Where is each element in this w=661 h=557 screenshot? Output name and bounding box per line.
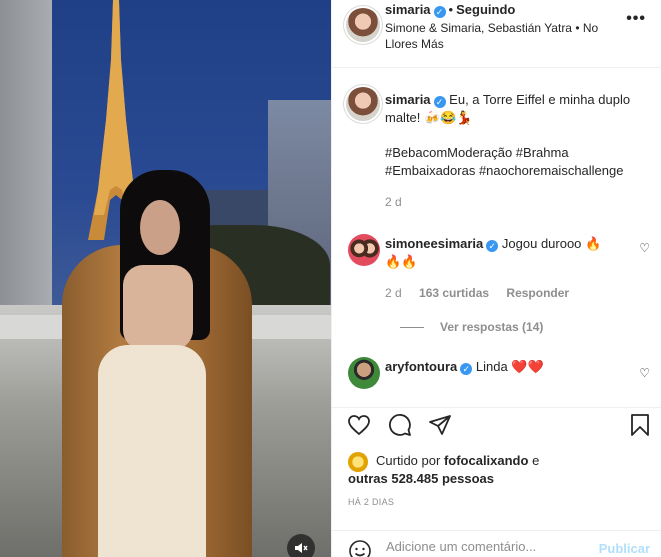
author-username[interactable]: simaria [385,2,431,17]
post-actions [332,407,661,443]
like-comment-heart-icon[interactable]: ♡ [639,241,650,255]
view-replies-button[interactable]: Ver respostas (14) [400,320,543,334]
likes-count-link[interactable]: outras 528.485 pessoas [348,471,494,486]
separator-dot: • [448,2,454,17]
liker-avatar[interactable] [348,452,368,472]
comment-text: Linda ❤️❤️ [475,359,544,374]
author-avatar[interactable] [346,8,380,42]
comment-avatar[interactable] [348,357,380,389]
comment-author[interactable]: simoneesimaria [385,236,483,251]
comment-composer: Publicar [332,530,661,557]
view-replies-label[interactable]: Ver respostas (14) [440,320,543,334]
liked-by-conjunction: e [532,453,540,468]
post-side-panel: simaria ✓ • Seguindo Simone & Simaria, Seba… [331,0,661,557]
comment-2: aryfontoura ✓ Linda ❤️❤️ [385,358,625,376]
caption: simaria ✓ Eu, a Torre Eiffel e minha dupl… [385,91,650,127]
verified-icon: ✓ [486,240,499,252]
comment-1: simoneesimaria ✓ Jogou durooo 🔥 🔥🔥 [385,235,625,271]
following-button[interactable]: Seguindo [456,2,515,17]
post-header: simaria ✓ • Seguindo Simone & Simaria, Seba… [332,0,661,68]
replies-line [400,327,424,329]
sound-off-icon [295,543,308,553]
person-head [140,200,180,255]
more-horizontal-icon[interactable]: ••• [626,10,646,28]
comment-age: 2 d [385,286,402,300]
like-button[interactable] [344,410,374,440]
header-author-line: simaria ✓ • Seguindo [385,2,515,18]
comment-avatar[interactable] [348,234,380,266]
share-button[interactable] [425,410,455,440]
comment-text-2: 🔥🔥 [385,254,418,269]
paper-plane-icon [429,415,451,435]
caption-avatar[interactable] [346,87,380,121]
comments-list[interactable]: simaria ✓ Eu, a Torre Eiffel e minha dupl… [332,69,661,407]
comment-text: Jogou durooo 🔥 [501,236,602,251]
post-timestamp[interactable]: HÁ 2 DIAS [348,497,394,507]
reply-button[interactable]: Responder [506,286,569,300]
comment-input[interactable] [386,539,586,554]
building-left [0,0,52,320]
person-torso [123,265,193,350]
hashtags-line-2[interactable]: #Embaixadoras #naochoremaischallenge [385,162,655,180]
heart-icon [348,415,370,436]
caption-age: 2 d [385,195,402,209]
comment-icon [389,414,411,436]
post-media[interactable] [0,0,331,557]
verified-icon: ✓ [433,96,446,108]
likes-line-1: Curtido por fofocalixando e [348,452,648,470]
comment-button[interactable] [385,410,415,440]
like-comment-heart-icon[interactable]: ♡ [639,366,650,380]
audio-link[interactable]: Simone & Simaria, Sebastián Yatra • No L… [385,20,615,52]
hashtags-line-1[interactable]: #BebacomModeração #Brahma [385,144,655,162]
comment-author[interactable]: aryfontoura [385,359,457,374]
liked-by-user[interactable]: fofocalixando [444,453,529,468]
person-pants [98,345,206,557]
comment-meta: 2 d 163 curtidas Responder [385,286,583,300]
comment-likes[interactable]: 163 curtidas [419,286,489,300]
liked-by-prefix: Curtido por [376,453,441,468]
emoji-icon[interactable] [348,539,372,557]
likes-summary: Curtido por fofocalixando e outras 528.4… [348,452,648,488]
publish-button[interactable]: Publicar [599,541,650,556]
caption-author[interactable]: simaria [385,92,431,107]
verified-icon: ✓ [460,363,473,375]
verified-icon: ✓ [433,6,446,18]
mute-toggle-button[interactable] [287,534,315,557]
likes-line-2: outras 528.485 pessoas [348,470,648,488]
bookmark-icon [631,414,649,436]
save-button[interactable] [625,410,655,440]
caption-hashtags[interactable]: #BebacomModeração #Brahma #Embaixadoras … [385,144,655,180]
